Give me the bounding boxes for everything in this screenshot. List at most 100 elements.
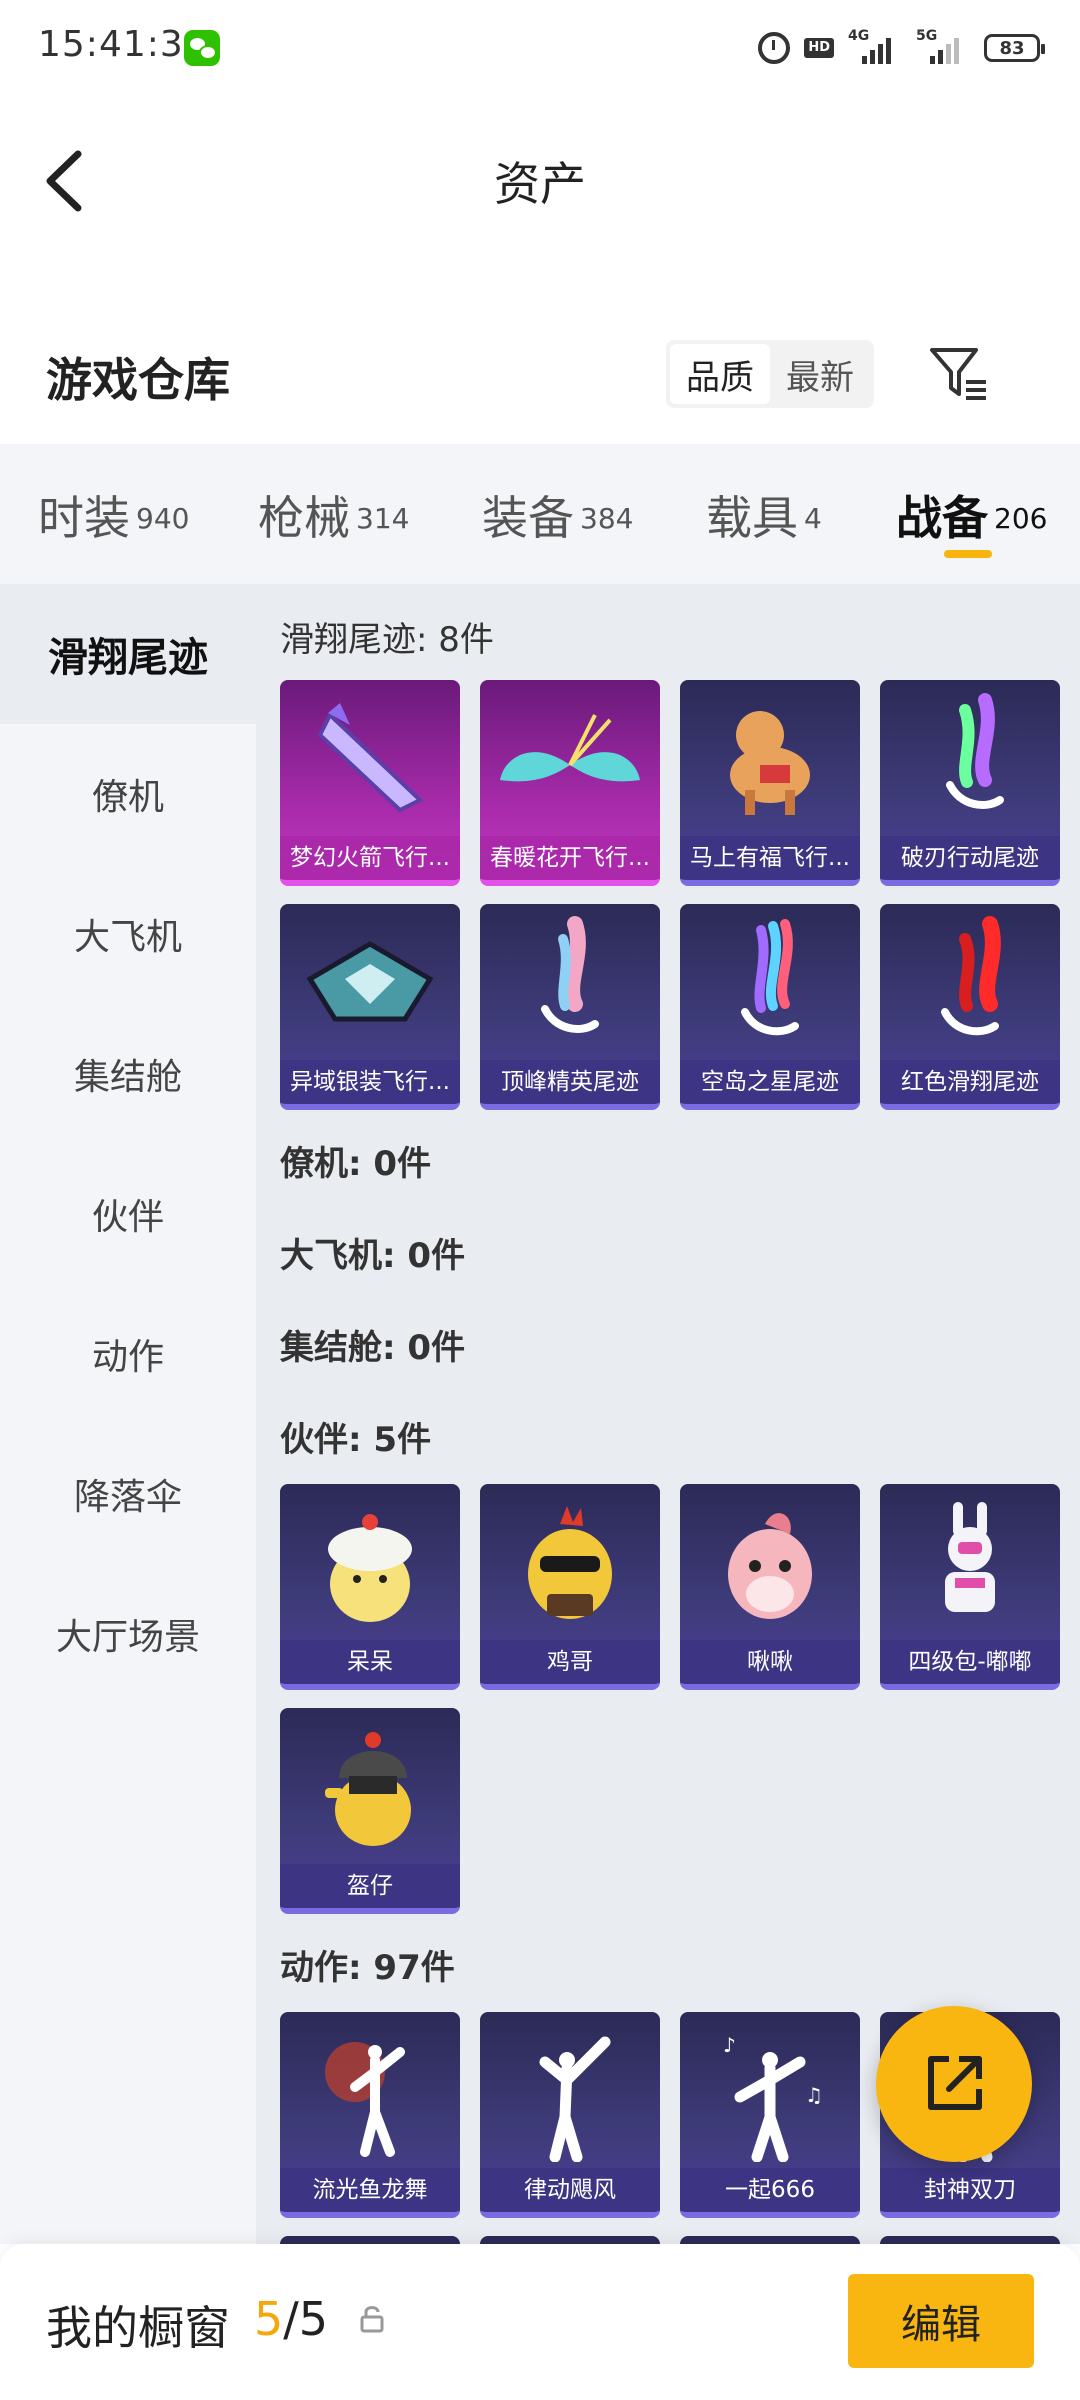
chick-white-icon	[280, 1484, 460, 1644]
tab-count: 940	[136, 501, 190, 535]
dance-pose-icon	[480, 2012, 660, 2172]
sidebar-item-big-plane[interactable]: 大飞机	[0, 864, 256, 1004]
silver-glider-icon	[280, 904, 460, 1064]
screen: 15:41:34 HD 4G 5G 83 资产 游戏仓库 品质 最新 时装 94…	[0, 0, 1080, 2400]
trail-red-icon	[880, 904, 1060, 1064]
tab-label: 战备	[896, 491, 988, 545]
status-time: 15:41:34	[38, 24, 208, 65]
chick-sunglasses-icon	[480, 1484, 660, 1644]
item-card[interactable]: 律动飓风	[480, 2012, 660, 2218]
warehouse-title: 游戏仓库	[46, 353, 230, 407]
signal-5g-icon: 5G	[916, 28, 970, 66]
share-button[interactable]	[876, 2006, 1032, 2162]
showcase-title: 我的橱窗	[46, 2301, 230, 2355]
bird-pink-icon	[680, 1484, 860, 1644]
item-card[interactable]: 流光鱼龙舞	[280, 2012, 460, 2218]
section-header-companion: 伙伴: 5件	[280, 1420, 432, 1460]
item-name: 封神双刀	[880, 2168, 1060, 2212]
showcase-separator: /	[283, 2292, 299, 2346]
battery-icon: 83	[984, 34, 1045, 62]
item-name: 四级包-嘟嘟	[880, 1640, 1060, 1684]
alarm-icon	[758, 32, 791, 64]
item-name: 红色滑翔尾迹	[880, 1060, 1060, 1104]
edit-button[interactable]: 编辑	[848, 2274, 1034, 2368]
item-name: 春暖花开飞行...	[480, 836, 660, 880]
filter-button[interactable]	[926, 340, 990, 404]
item-card[interactable]: 异域银装飞行...	[280, 904, 460, 1110]
item-card[interactable]	[880, 2236, 1060, 2244]
section-header-emote: 动作: 97件	[280, 1948, 455, 1988]
showcase-total: 5	[298, 2292, 329, 2346]
sidebar-item-emote[interactable]: 动作	[0, 1284, 256, 1424]
dance-flower-icon	[280, 2012, 460, 2172]
robot-bunny-icon	[880, 1484, 1060, 1644]
tab-count: 206	[994, 501, 1048, 535]
butterfly-glider-icon	[480, 680, 660, 840]
item-card[interactable]: ♪ ♫ 一起666	[680, 2012, 860, 2218]
tab-count: 384	[580, 501, 634, 535]
tab-label: 时装	[38, 491, 130, 545]
sidebar-item-lobby-scene[interactable]: 大厅场景	[0, 1564, 256, 1704]
item-card[interactable]	[280, 2236, 460, 2244]
section-header-glide-trail: 滑翔尾迹: 8件	[280, 620, 494, 660]
item-card[interactable]: 春暖花开飞行...	[480, 680, 660, 886]
item-card[interactable]: 红色滑翔尾迹	[880, 904, 1060, 1110]
trail-rainbow-icon	[680, 904, 860, 1064]
svg-text:♫: ♫	[805, 2083, 823, 2107]
share-icon	[928, 2056, 982, 2110]
sidebar-item-pod[interactable]: 集结舱	[0, 1004, 256, 1144]
rocket-glider-icon	[280, 680, 460, 840]
hd-badge-icon: HD	[804, 38, 834, 58]
showcase-current: 5	[254, 2292, 284, 2346]
item-name: 呆呆	[280, 1640, 460, 1684]
item-name: 异域银装飞行...	[280, 1060, 460, 1104]
showcase-count: 5/5	[254, 2292, 328, 2346]
item-card[interactable]: 呆呆	[280, 1484, 460, 1690]
nav-bar: 资产	[0, 96, 1080, 256]
item-card[interactable]: 盔仔	[280, 1708, 460, 1914]
signal-4g-icon: 4G	[848, 28, 902, 66]
sidebar-item-glide-trail[interactable]: 滑翔尾迹	[0, 584, 256, 724]
item-card[interactable]: 空岛之星尾迹	[680, 904, 860, 1110]
tab-weapons[interactable]: 枪械 314	[258, 482, 409, 545]
item-list: 滑翔尾迹: 8件 梦幻火箭飞行... 春暖花开飞行... 马上有福飞行... 破…	[256, 584, 1080, 2244]
item-card[interactable]: 破刃行动尾迹	[880, 680, 1060, 886]
item-name: 一起666	[680, 2168, 860, 2212]
tab-fashion[interactable]: 时装 940	[38, 482, 190, 545]
tab-equipment[interactable]: 装备 384	[482, 482, 634, 545]
section-header-wingman: 僚机: 0件	[280, 1144, 432, 1184]
item-card[interactable]: 顶峰精英尾迹	[480, 904, 660, 1110]
category-tabs: 时装 940 枪械 314 装备 384 载具 4 战备 206	[0, 444, 1080, 584]
sort-quality-button[interactable]: 品质	[670, 344, 770, 404]
item-card[interactable]: 啾啾	[680, 1484, 860, 1690]
lock-icon	[358, 2304, 386, 2334]
item-card[interactable]	[480, 2236, 660, 2244]
status-bar: 15:41:34 HD 4G 5G 83	[0, 0, 1080, 96]
sidebar-item-parachute[interactable]: 降落伞	[0, 1424, 256, 1564]
item-name: 破刃行动尾迹	[880, 836, 1060, 880]
sidebar: 滑翔尾迹 僚机 大飞机 集结舱 伙伴 动作 降落伞 大厅场景	[0, 584, 256, 2244]
tab-battle-prep[interactable]: 战备 206	[896, 482, 1048, 545]
item-card[interactable]: 马上有福飞行...	[680, 680, 860, 886]
item-card[interactable]: 梦幻火箭飞行...	[280, 680, 460, 886]
battery-level: 83	[999, 37, 1025, 59]
chick-helmet-icon	[280, 1708, 460, 1868]
item-name: 空岛之星尾迹	[680, 1060, 860, 1104]
trail-multicolor-icon	[880, 680, 1060, 840]
wechat-icon	[184, 30, 220, 66]
item-card[interactable]	[680, 2236, 860, 2244]
item-card[interactable]: 四级包-嘟嘟	[880, 1484, 1060, 1690]
sidebar-item-companion[interactable]: 伙伴	[0, 1144, 256, 1284]
sort-newest-button[interactable]: 最新	[770, 344, 870, 404]
filter-icon	[930, 348, 986, 400]
item-name: 顶峰精英尾迹	[480, 1060, 660, 1104]
tab-label: 枪械	[258, 491, 350, 545]
svg-text:♪: ♪	[723, 2033, 736, 2057]
item-card[interactable]: 鸡哥	[480, 1484, 660, 1690]
page-title: 资产	[494, 157, 586, 211]
item-name: 啾啾	[680, 1640, 860, 1684]
sidebar-item-wingman[interactable]: 僚机	[0, 724, 256, 864]
item-name: 律动飓风	[480, 2168, 660, 2212]
horse-glider-icon	[680, 680, 860, 840]
tab-vehicles[interactable]: 载具 4	[706, 482, 822, 545]
